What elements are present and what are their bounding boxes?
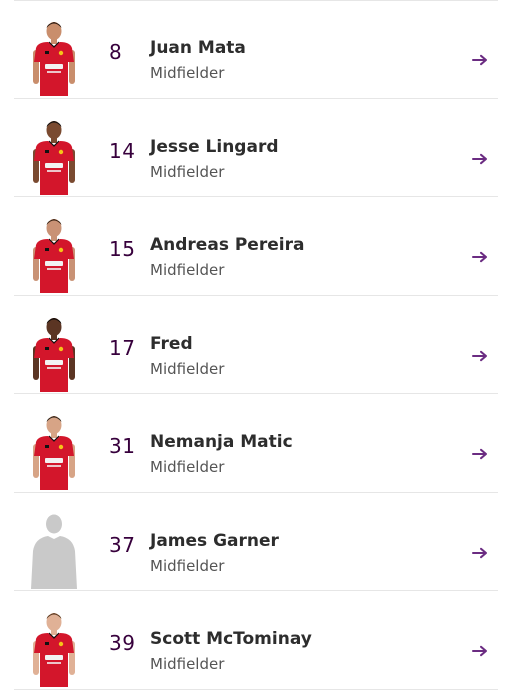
player-position: Midfielder — [150, 64, 225, 82]
player-photo — [28, 412, 80, 490]
player-list: 8 Juan Mata Midfielder 14 Jesse Lingard … — [0, 0, 512, 690]
shirt-number: 17 — [109, 335, 136, 360]
player-photo — [28, 117, 80, 195]
player-position: Midfielder — [150, 458, 225, 476]
player-row-37[interactable]: 37 James Garner Midfielder — [14, 493, 498, 591]
player-row-39[interactable]: 39 Scott McTominay Midfielder — [14, 591, 498, 690]
player-row-14[interactable]: 14 Jesse Lingard Midfielder — [14, 99, 498, 197]
arrow-right-icon[interactable] — [472, 350, 488, 362]
arrow-right-icon[interactable] — [472, 153, 488, 165]
player-row-8[interactable]: 8 Juan Mata Midfielder — [14, 0, 498, 99]
player-name: Juan Mata — [150, 38, 246, 58]
arrow-right-icon[interactable] — [472, 645, 488, 657]
player-photo — [28, 314, 80, 392]
player-name: Andreas Pereira — [150, 235, 305, 255]
player-name: Scott McTominay — [150, 629, 312, 649]
player-position: Midfielder — [150, 162, 225, 181]
player-position: Midfielder — [150, 556, 225, 575]
player-row-15[interactable]: 15 Andreas Pereira Midfielder — [14, 197, 498, 296]
arrow-right-icon[interactable] — [472, 54, 488, 66]
shirt-number: 39 — [109, 631, 136, 655]
player-name: Fred — [150, 333, 193, 354]
shirt-number: 31 — [109, 434, 136, 458]
player-photo — [28, 215, 80, 293]
player-photo — [28, 609, 80, 687]
player-photo — [28, 18, 80, 96]
player-row-31[interactable]: 31 Nemanja Matic Midfielder — [14, 394, 498, 493]
shirt-number: 8 — [109, 40, 123, 64]
shirt-number: 14 — [109, 138, 136, 163]
shirt-number: 15 — [109, 237, 136, 261]
player-position: Midfielder — [150, 359, 225, 378]
player-name: Jesse Lingard — [150, 136, 279, 157]
player-silhouette-icon — [28, 511, 80, 589]
shirt-number: 37 — [109, 532, 136, 557]
player-position: Midfielder — [150, 655, 225, 673]
arrow-right-icon[interactable] — [472, 251, 488, 263]
player-row-17[interactable]: 17 Fred Midfielder — [14, 296, 498, 394]
player-name: Nemanja Matic — [150, 432, 293, 452]
player-position: Midfielder — [150, 261, 225, 279]
arrow-right-icon[interactable] — [472, 448, 488, 460]
arrow-right-icon[interactable] — [472, 547, 488, 559]
player-name: James Garner — [150, 530, 279, 551]
